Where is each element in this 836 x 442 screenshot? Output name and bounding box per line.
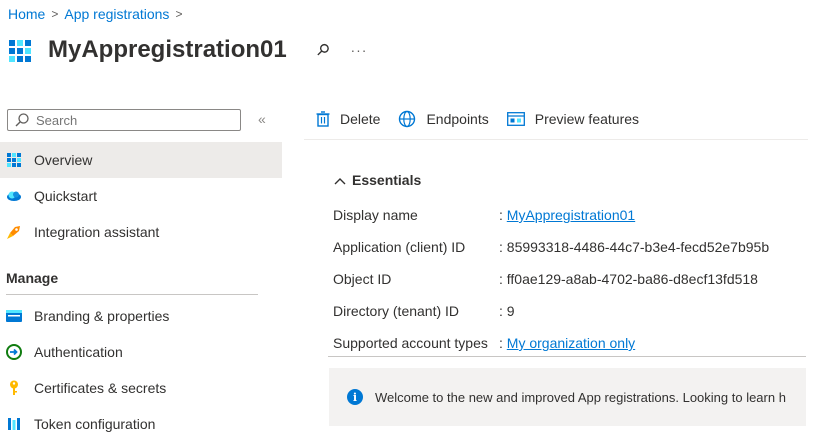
field-label: Object ID	[333, 271, 392, 287]
field-label: Application (client) ID	[333, 239, 466, 255]
sidebar-item-token-configuration[interactable]: Token configuration	[0, 406, 155, 442]
info-banner-text: Welcome to the new and improved App regi…	[375, 389, 786, 405]
app-registration-icon	[9, 40, 31, 62]
rocket-icon	[6, 224, 22, 240]
info-icon: i	[347, 389, 363, 405]
token-icon	[6, 416, 22, 432]
trash-icon	[316, 111, 330, 127]
app-grid-icon	[6, 152, 22, 168]
preview-features-button[interactable]: Preview features	[506, 111, 640, 127]
essentials-row-object-id: Object ID : ff0ae129-a8ab-4702-ba86-d8ec…	[333, 269, 758, 289]
cloud-icon	[6, 188, 22, 204]
account-types-link[interactable]: My organization only	[507, 335, 635, 351]
sidebar-item-label: Integration assistant	[34, 224, 160, 240]
tenant-id-value: 9	[506, 303, 515, 319]
page-title: MyAppregistration01	[48, 36, 287, 63]
field-value: : MyAppregistration01	[499, 207, 636, 223]
field-value: : ff0ae129-a8ab-4702-ba86-d8ecf13fd518	[499, 271, 758, 287]
field-value: : 9	[499, 303, 515, 319]
delete-label: Delete	[340, 111, 381, 127]
sidebar-item-integration-assistant[interactable]: Integration assistant	[0, 214, 159, 250]
pin-icon[interactable]: ⚲	[311, 39, 333, 61]
page-header: MyAppregistration01 ⚲ ···	[8, 36, 367, 64]
more-options-icon[interactable]: ···	[350, 42, 367, 58]
sidebar-item-overview[interactable]: Overview	[0, 142, 282, 178]
key-icon	[6, 380, 22, 396]
toolbar-divider	[304, 139, 808, 140]
sidebar-item-label: Token configuration	[34, 416, 156, 432]
preview-features-icon	[506, 112, 525, 126]
essentials-toggle[interactable]: Essentials	[334, 172, 421, 188]
display-name-link[interactable]: MyAppregistration01	[507, 207, 635, 223]
preview-features-label: Preview features	[534, 111, 640, 127]
sidebar-item-label: Certificates & secrets	[34, 380, 167, 396]
sidebar-item-label: Branding & properties	[34, 308, 170, 324]
sidebar-item-quickstart[interactable]: Quickstart	[0, 178, 97, 214]
section-divider	[6, 294, 258, 295]
essentials-row-client-id: Application (client) ID : 85993318-4486-…	[333, 237, 769, 257]
field-label: Display name	[333, 207, 418, 223]
breadcrumb-separator: >	[51, 7, 59, 21]
branding-icon	[6, 308, 22, 324]
client-id-value: 85993318-4486-44c7-b3e4-fecd52e7b95b	[506, 239, 770, 255]
essentials-row-tenant-id: Directory (tenant) ID : 9	[333, 301, 515, 321]
search-input[interactable]	[36, 112, 226, 128]
globe-icon	[399, 110, 416, 128]
essentials-header: Essentials	[352, 172, 422, 188]
breadcrumb-app-registrations-link[interactable]: App registrations	[64, 6, 169, 22]
breadcrumb: Home > App registrations >	[8, 6, 188, 22]
sidebar-item-label: Overview	[34, 152, 93, 168]
field-value: : My organization only	[499, 335, 636, 351]
sidebar-item-branding-properties[interactable]: Branding & properties	[0, 298, 169, 334]
essentials-row-display-name: Display name : MyAppregistration01	[333, 205, 635, 225]
field-value: : 85993318-4486-44c7-b3e4-fecd52e7b95b	[499, 239, 770, 255]
sidebar-item-authentication[interactable]: Authentication	[0, 334, 123, 370]
collapse-sidebar-button[interactable]: «	[258, 111, 266, 127]
authentication-icon	[6, 344, 22, 360]
endpoints-label: Endpoints	[426, 111, 489, 127]
delete-button[interactable]: Delete	[316, 111, 380, 127]
essentials-row-account-types: Supported account types : My organizatio…	[333, 333, 635, 353]
search-box	[7, 109, 241, 131]
essentials-divider	[328, 356, 806, 357]
endpoints-button[interactable]: Endpoints	[398, 110, 489, 128]
manage-section-header: Manage	[6, 270, 59, 286]
breadcrumb-separator: >	[175, 7, 183, 21]
command-bar: Delete Endpoints Preview features	[316, 110, 657, 128]
sidebar-item-label: Authentication	[34, 344, 123, 360]
search-icon	[15, 113, 29, 127]
field-label: Supported account types	[333, 335, 488, 351]
object-id-value: ff0ae129-a8ab-4702-ba86-d8ecf13fd518	[506, 271, 758, 287]
info-banner: i Welcome to the new and improved App re…	[329, 368, 806, 426]
field-label: Directory (tenant) ID	[333, 303, 460, 319]
chevron-up-icon	[334, 172, 346, 188]
breadcrumb-home-link[interactable]: Home	[8, 6, 45, 22]
sidebar-item-label: Quickstart	[34, 188, 98, 204]
sidebar-item-certificates-secrets[interactable]: Certificates & secrets	[0, 370, 166, 406]
